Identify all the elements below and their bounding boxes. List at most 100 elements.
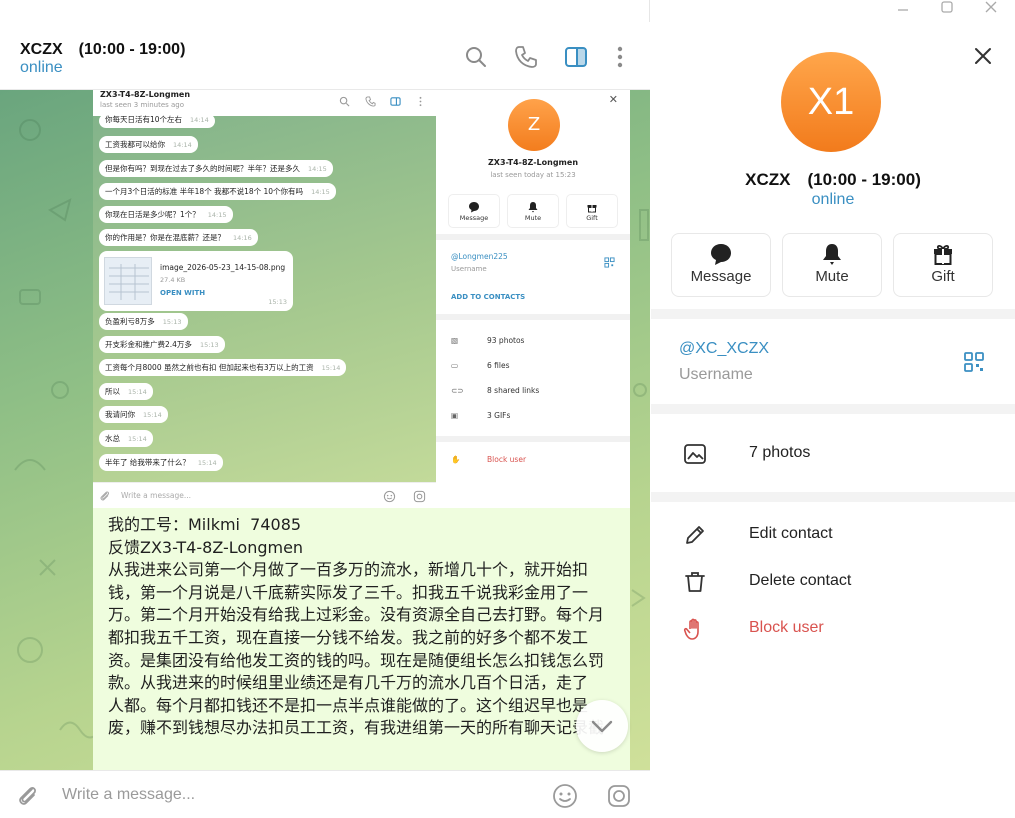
- divider: [436, 234, 630, 240]
- screenshot-mute-button: Mute: [507, 194, 559, 228]
- screenshot-close-icon: ✕: [608, 93, 618, 106]
- telegram-window: XCZX (10:00 - 19:00) online ZX3-T4-8Z-Lo…: [0, 0, 1015, 818]
- emoji-icon[interactable]: [552, 783, 578, 809]
- screenshot-message: 你每天日活有10个左右 14:14: [99, 114, 215, 128]
- file-time: 15:13: [268, 298, 287, 306]
- message-icon: [672, 234, 770, 268]
- gift-button[interactable]: Gift: [893, 233, 993, 297]
- trash-icon: [683, 570, 707, 594]
- screenshot-message: 所以 15:14: [99, 383, 153, 400]
- screenshot-message: 但是你有吗？到现在过去了多久的时间呢？半年？还是多久 14:15: [99, 160, 333, 177]
- delete-contact-row[interactable]: Delete contact: [651, 562, 1015, 602]
- close-icon[interactable]: [971, 44, 995, 68]
- message-line: 反馈ZX3-T4-8Z-Longmen: [108, 537, 304, 557]
- file-thumbnail: [104, 257, 152, 305]
- screenshot-media-photos: ▧ 93 photos: [451, 336, 525, 345]
- message-line: 从我进来公司第一个月做了一百多万的流水，新增几十个，就开始扣: [108, 560, 589, 580]
- qr-code-icon[interactable]: [963, 351, 985, 373]
- screenshot-message: 半年了 给我带来了什么？ 15:14: [99, 454, 223, 471]
- screenshot-username: @Longmen225: [451, 252, 508, 261]
- screenshot-emoji-icon: [383, 490, 396, 503]
- message-button[interactable]: Message: [671, 233, 771, 297]
- screenshot-message-button: Message: [448, 194, 500, 228]
- phone-icon[interactable]: [513, 44, 539, 70]
- block-user-label: Block user: [749, 619, 824, 636]
- divider: [436, 314, 630, 320]
- message-input[interactable]: [62, 782, 522, 808]
- message-line: 万。第二个月开始没有给我上过彩金。没有资源全自己去打野。每个月: [108, 605, 605, 625]
- screenshot-profile-seen: last seen today at 15:23: [490, 171, 576, 179]
- message-line: 钱，第一个月说是八千底薪实际发了三千。扣我五千说我彩金用了一: [108, 582, 589, 602]
- minimize-icon[interactable]: [888, 0, 918, 18]
- screenshot-message: 你现在日活是多少呢？1个？ 14:15: [99, 206, 233, 223]
- search-icon[interactable]: [463, 44, 489, 70]
- message-line: 款。从我进来的时候组里业绩还是有几千万的流水几百个日活，走了: [108, 673, 589, 693]
- shared-photos-label: 7 photos: [749, 444, 811, 461]
- message-line: 都扣我五千工资，现在直接一分钱不给发。我之前的好多个都不发工: [108, 627, 589, 647]
- screenshot-phone-icon: [365, 96, 376, 107]
- screenshot-search-icon: [339, 96, 350, 107]
- screenshot-image[interactable]: ZX3-T4-8Z-Longmen last seen 3 minutes ag…: [93, 90, 630, 508]
- avatar[interactable]: X1: [781, 52, 881, 152]
- mute-button[interactable]: Mute: [782, 233, 882, 297]
- message-line: 资。是集团没有给他发工资的钱的吗。现在是随便组长怎么扣钱怎么罚: [108, 650, 605, 670]
- edit-contact-row[interactable]: Edit contact: [651, 515, 1015, 555]
- chat-title[interactable]: XCZX (10:00 - 19:00): [20, 35, 185, 59]
- profile-name: XCZX (10:00 - 19:00): [745, 170, 921, 189]
- message-text-bubble[interactable]: 我的工号：Milkmi 74085 反馈ZX3-T4-8Z-Longmen 从我…: [93, 508, 630, 770]
- close-window-icon[interactable]: [976, 0, 1006, 18]
- more-options-icon[interactable]: [607, 44, 633, 70]
- chat-messages[interactable]: ZX3-T4-8Z-Longmen last seen 3 minutes ag…: [0, 90, 650, 770]
- divider: [436, 436, 630, 442]
- screenshot-chat: ZX3-T4-8Z-Longmen last seen 3 minutes ag…: [93, 90, 436, 508]
- window-titlebar: [650, 0, 1015, 22]
- screenshot-media-links: ⊂⊃ 8 shared links: [451, 386, 540, 395]
- chat-status: online: [20, 59, 63, 76]
- screenshot-block-user: ✋ Block user: [451, 455, 527, 464]
- screenshot-gift-icon: [567, 195, 617, 214]
- screenshot-chat-title: ZX3-T4-8Z-Longmen: [100, 90, 191, 99]
- screenshot-sticker-icon: [413, 490, 426, 503]
- screenshot-profile-name: ZX3-T4-8Z-Longmen: [487, 158, 579, 167]
- scroll-to-bottom-button[interactable]: [576, 700, 628, 752]
- edit-contact-label: Edit contact: [749, 525, 833, 542]
- message-line: 我的工号：Milkmi 74085: [108, 515, 302, 534]
- attach-icon[interactable]: [15, 783, 41, 809]
- screenshot-header: ZX3-T4-8Z-Longmen last seen 3 minutes ag…: [93, 90, 436, 116]
- screenshot-avatar: Z: [508, 99, 560, 151]
- divider: [651, 309, 1015, 319]
- screenshot-message: 负盈利亏8万多 15:13: [99, 313, 188, 330]
- maximize-icon[interactable]: [932, 0, 962, 18]
- profile-status: online: [811, 191, 855, 208]
- screenshot-input-placeholder: Write a message...: [121, 491, 192, 500]
- sticker-icon[interactable]: [606, 783, 632, 809]
- screenshot-file-icon: ▭: [451, 361, 459, 370]
- username-value[interactable]: @XC_XCZX: [679, 340, 769, 358]
- pencil-icon: [683, 523, 707, 547]
- hand-stop-icon: [683, 617, 707, 641]
- screenshot-hand-icon: ✋: [451, 455, 461, 464]
- screenshot-username-label: Username: [451, 265, 487, 273]
- shared-photos-row[interactable]: 7 photos: [651, 434, 1015, 474]
- divider: [651, 404, 1015, 414]
- screenshot-message: 水总 15:14: [99, 430, 153, 447]
- open-with-link: OPEN WITH: [160, 289, 206, 297]
- screenshot-sidebar-icon: [390, 97, 401, 106]
- screenshot-message-icon: [449, 195, 499, 214]
- chat-header: XCZX (10:00 - 19:00) online: [0, 22, 650, 90]
- sidebar-toggle-icon[interactable]: [563, 44, 589, 70]
- username-label: Username: [679, 366, 753, 383]
- bell-icon: [783, 234, 881, 268]
- photo-icon: [683, 442, 707, 466]
- screenshot-message: 开支彩金和推广费2.4万多 15:13: [99, 336, 225, 353]
- screenshot-more-icon: [419, 96, 422, 107]
- screenshot-media-gifs: ▣ 3 GIFs: [451, 411, 511, 420]
- screenshot-message: 工资每个月8000 虽然之前也有扣 但加起来也有3万以上的工资 15:14: [99, 359, 347, 376]
- block-user-row[interactable]: Block user: [651, 609, 1015, 649]
- screenshot-photo-icon: ▧: [451, 336, 459, 345]
- screenshot-message: 工资我都可以给你 14:14: [99, 136, 198, 153]
- screenshot-message: 你的作用是？你是在混底薪？还是？ 14:16: [99, 229, 258, 246]
- file-size: 27.4 KB: [160, 276, 186, 284]
- screenshot-composer: Write a message...: [93, 482, 436, 508]
- screenshot-add-contact: ADD TO CONTACTS: [451, 293, 526, 301]
